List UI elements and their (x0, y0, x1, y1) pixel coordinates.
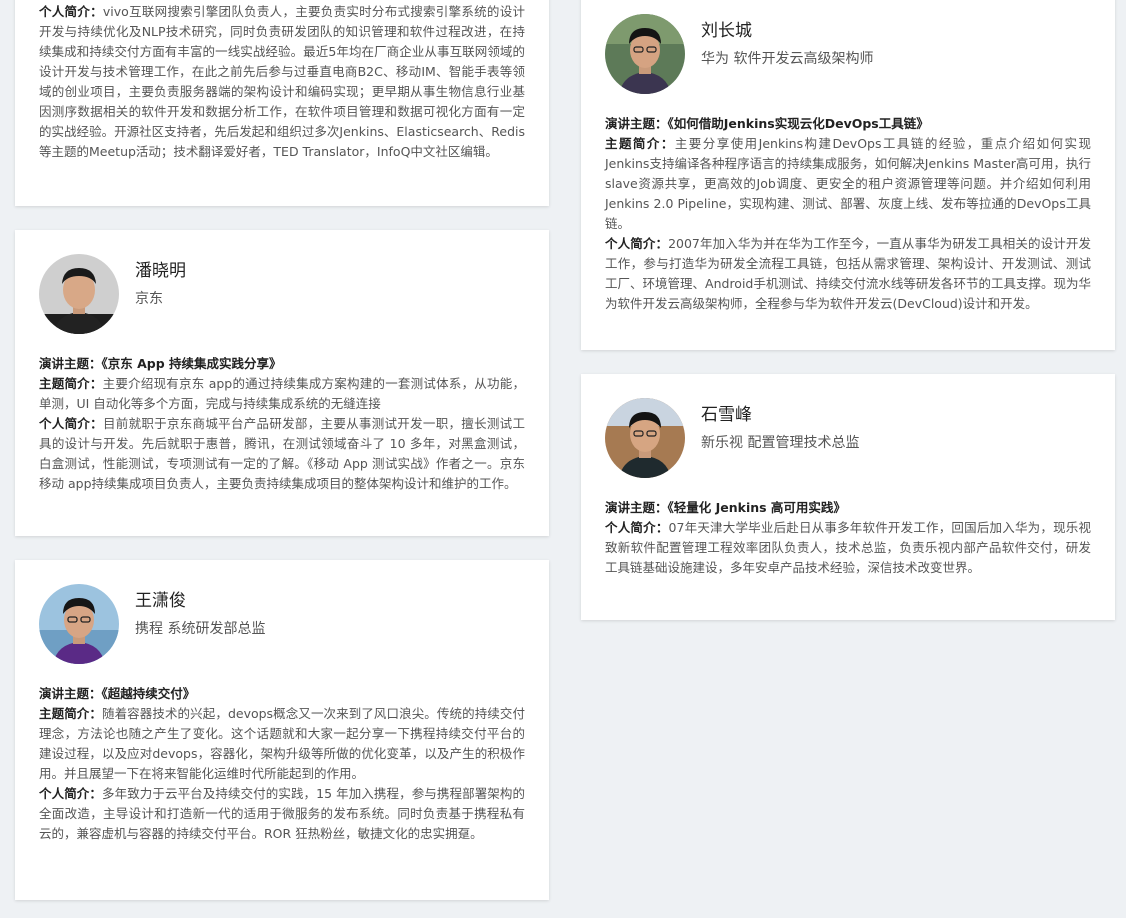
speaker-avatar (605, 14, 685, 94)
speaker-card-2: 潘晓明 京东 演讲主题：《京东 App 持续集成实践分享》 主题简介：主要介绍现… (15, 230, 549, 536)
speaker-card-4: 刘长城 华为 软件开发云高级架构师 演讲主题：《如何借助Jenkins实现云化D… (581, 0, 1115, 350)
topic-label: 演讲主题： (605, 116, 668, 131)
intro-label: 主题简介： (39, 706, 102, 721)
bio-label: 个人简介： (39, 4, 103, 19)
talk-topic: 演讲主题：《京东 App 持续集成实践分享》 (39, 354, 525, 374)
speaker-title: 新乐视 配置管理技术总监 (701, 435, 860, 451)
bio-label: 个人简介： (605, 236, 669, 251)
speaker-card-1: 个人简介：vivo互联网搜索引擎团队负责人，主要负责实时分布式搜索引擎系统的设计… (15, 0, 549, 206)
speaker-name: 刘长城 (701, 21, 752, 41)
speaker-bio: 个人简介：07年天津大学毕业后赴日从事多年软件开发工作，回国后加入华为，现乐视致… (605, 518, 1091, 578)
bio-text: 多年致力于云平台及持续交付的实践，15 年加入携程，参与携程部署架构的全面改造，… (39, 786, 525, 841)
topic-label: 演讲主题： (39, 356, 102, 371)
topic-label: 演讲主题： (39, 686, 102, 701)
speaker-name: 石雪峰 (701, 405, 752, 425)
speaker-bio: 个人简介：多年致力于云平台及持续交付的实践，15 年加入携程，参与携程部署架构的… (39, 784, 525, 844)
speaker-name: 王潇俊 (135, 591, 186, 611)
speaker-card-3: 王潇俊 携程 系统研发部总监 演讲主题：《超越持续交付》 主题简介：随着容器技术… (15, 560, 549, 900)
intro-text: 随着容器技术的兴起，devops概念又一次来到了风口浪尖。传统的持续交付理念，方… (39, 706, 525, 781)
bio-label: 个人简介： (39, 416, 103, 431)
intro-text: 主要分享使用Jenkins构建DevOps工具链的经验，重点介绍如何实现Jenk… (605, 136, 1091, 231)
topic-text: 《如何借助Jenkins实现云化DevOps工具链》 (667, 116, 929, 131)
intro-label: 主题简介： (605, 136, 675, 151)
bio-label: 个人简介： (39, 786, 102, 801)
speaker-name: 潘晓明 (135, 261, 186, 281)
topic-label: 演讲主题： (605, 500, 668, 515)
speaker-title: 华为 软件开发云高级架构师 (701, 51, 874, 67)
talk-intro: 主题简介：主要分享使用Jenkins构建DevOps工具链的经验，重点介绍如何实… (605, 134, 1091, 234)
speaker-avatar (605, 398, 685, 478)
speaker-card-5: 石雪峰 新乐视 配置管理技术总监 演讲主题：《轻量化 Jenkins 高可用实践… (581, 374, 1115, 620)
bio-text: 07年天津大学毕业后赴日从事多年软件开发工作，回国后加入华为，现乐视致新软件配置… (605, 520, 1091, 575)
bio-text: vivo互联网搜索引擎团队负责人，主要负责实时分布式搜索引擎系统的设计开发与持续… (39, 4, 525, 159)
talk-topic: 演讲主题：《轻量化 Jenkins 高可用实践》 (605, 498, 1091, 518)
speaker-bio: 个人简介：目前就职于京东商城平台产品研发部，主要从事测试开发一职，擅长测试工具的… (39, 414, 525, 494)
talk-topic: 演讲主题：《超越持续交付》 (39, 684, 525, 704)
bio-text: 2007年加入华为并在华为工作至今，一直从事华为研发工具相关的设计开发工作，参与… (605, 236, 1091, 311)
intro-label: 主题简介： (39, 376, 103, 391)
speaker-title: 京东 (135, 291, 163, 307)
speaker-title: 携程 系统研发部总监 (135, 621, 266, 637)
talk-intro: 主题简介：随着容器技术的兴起，devops概念又一次来到了风口浪尖。传统的持续交… (39, 704, 525, 784)
topic-text: 《轻量化 Jenkins 高可用实践》 (667, 500, 846, 515)
speaker-bio: 个人简介：vivo互联网搜索引擎团队负责人，主要负责实时分布式搜索引擎系统的设计… (39, 2, 525, 162)
topic-text: 《京东 App 持续集成实践分享》 (101, 356, 282, 371)
talk-intro: 主题简介：主要介绍现有京东 app的通过持续集成方案构建的一套测试体系，从功能，… (39, 374, 525, 414)
talk-topic: 演讲主题：《如何借助Jenkins实现云化DevOps工具链》 (605, 114, 1091, 134)
speaker-avatar (39, 254, 119, 334)
speaker-avatar (39, 584, 119, 664)
intro-text: 主要介绍现有京东 app的通过持续集成方案构建的一套测试体系，从功能，单测，UI… (39, 376, 525, 411)
topic-text: 《超越持续交付》 (101, 686, 196, 701)
bio-text: 目前就职于京东商城平台产品研发部，主要从事测试开发一职，擅长测试工具的设计与开发… (39, 416, 525, 491)
bio-label: 个人简介： (605, 520, 669, 535)
speaker-bio: 个人简介：2007年加入华为并在华为工作至今，一直从事华为研发工具相关的设计开发… (605, 234, 1091, 314)
